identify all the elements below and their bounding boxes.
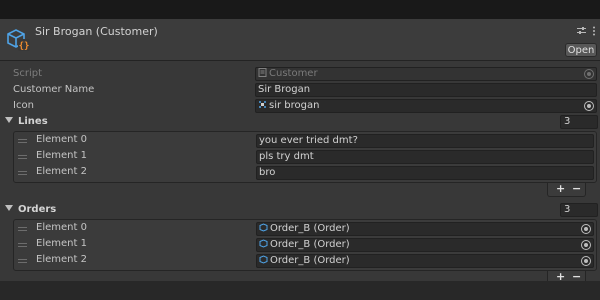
drag-handle-icon[interactable] (18, 155, 27, 159)
drag-handle-icon[interactable] (18, 259, 27, 263)
list-item: Element 1 Order_B (Order) (14, 237, 596, 253)
lines-list: Element 0 you ever tried dmt? Element 1 … (13, 131, 597, 183)
drag-handle-icon[interactable] (18, 171, 27, 175)
object-picker-icon (584, 69, 594, 79)
lines-foldout[interactable]: Lines (5, 116, 48, 127)
element-label: Element 1 (36, 238, 87, 249)
drag-handle-icon[interactable] (18, 243, 27, 247)
object-picker-icon[interactable] (581, 224, 591, 234)
sliders-icon[interactable] (577, 26, 586, 38)
object-picker-icon[interactable] (584, 101, 594, 111)
order-value: Order_B (Order) (270, 223, 350, 234)
add-element-button[interactable]: + (556, 183, 565, 195)
element-label: Element 1 (36, 150, 87, 161)
order-element-field[interactable]: Order_B (Order) (256, 222, 594, 236)
list-item: Element 1 pls try dmt (14, 149, 596, 165)
icon-value: sir brogan (269, 100, 320, 111)
chevron-down-icon (5, 117, 13, 123)
icon-label: Icon (13, 100, 34, 111)
line-element-field[interactable]: you ever tried dmt? (256, 134, 594, 148)
scriptable-object-icon (259, 239, 268, 248)
bottom-bar (0, 281, 600, 300)
chevron-down-icon (5, 205, 13, 211)
line-element-field[interactable]: pls try dmt (256, 150, 594, 164)
customer-name-field[interactable]: Sir Brogan (255, 83, 597, 97)
line-element-field[interactable]: bro (256, 166, 594, 180)
inspector-panel: {} Sir Brogan (Customer) Open Script Cus… (0, 19, 600, 285)
object-picker-icon[interactable] (581, 256, 591, 266)
drag-handle-icon[interactable] (18, 139, 27, 143)
open-button[interactable]: Open (565, 43, 597, 57)
orders-list: Element 0 Order_B (Order) Element 1 Orde… (13, 219, 597, 271)
list-item: Element 0 Order_B (Order) (14, 221, 596, 237)
remove-element-button[interactable]: − (572, 183, 581, 195)
element-label: Element 0 (36, 222, 87, 233)
order-element-field[interactable]: Order_B (Order) (256, 238, 594, 252)
sprite-icon (259, 101, 266, 108)
scriptable-object-icon (259, 223, 268, 232)
inspector-header: {} Sir Brogan (Customer) Open (0, 19, 600, 61)
icon-field[interactable]: sir brogan (255, 99, 597, 113)
kebab-menu-icon[interactable] (592, 26, 596, 39)
inspector-title: Sir Brogan (Customer) (35, 25, 158, 38)
order-value: Order_B (Order) (270, 239, 350, 250)
scriptable-object-icon (259, 255, 268, 264)
lines-label: Lines (18, 116, 48, 127)
lines-count-field[interactable]: 3 (560, 115, 598, 129)
drag-handle-icon[interactable] (18, 227, 27, 231)
orders-label: Orders (18, 204, 57, 215)
svg-text:{}: {} (19, 42, 30, 52)
element-label: Element 2 (36, 254, 87, 265)
script-value: Customer (269, 68, 318, 79)
element-label: Element 0 (36, 134, 87, 145)
list-item: Element 2 bro (14, 165, 596, 181)
script-icon (258, 68, 267, 77)
lines-add-remove: + − (547, 183, 586, 197)
order-element-field[interactable]: Order_B (Order) (256, 254, 594, 268)
scriptable-object-icon: {} (7, 29, 30, 52)
list-item: Element 2 Order_B (Order) (14, 253, 596, 269)
orders-foldout[interactable]: Orders (5, 204, 56, 215)
element-label: Element 2 (36, 166, 87, 177)
orders-count-field[interactable]: 3 (560, 203, 598, 217)
list-item: Element 0 you ever tried dmt? (14, 133, 596, 149)
script-field: Customer (255, 67, 597, 81)
object-picker-icon[interactable] (581, 240, 591, 250)
order-value: Order_B (Order) (270, 255, 350, 266)
customer-name-label: Customer Name (13, 84, 95, 95)
script-label: Script (13, 68, 43, 79)
